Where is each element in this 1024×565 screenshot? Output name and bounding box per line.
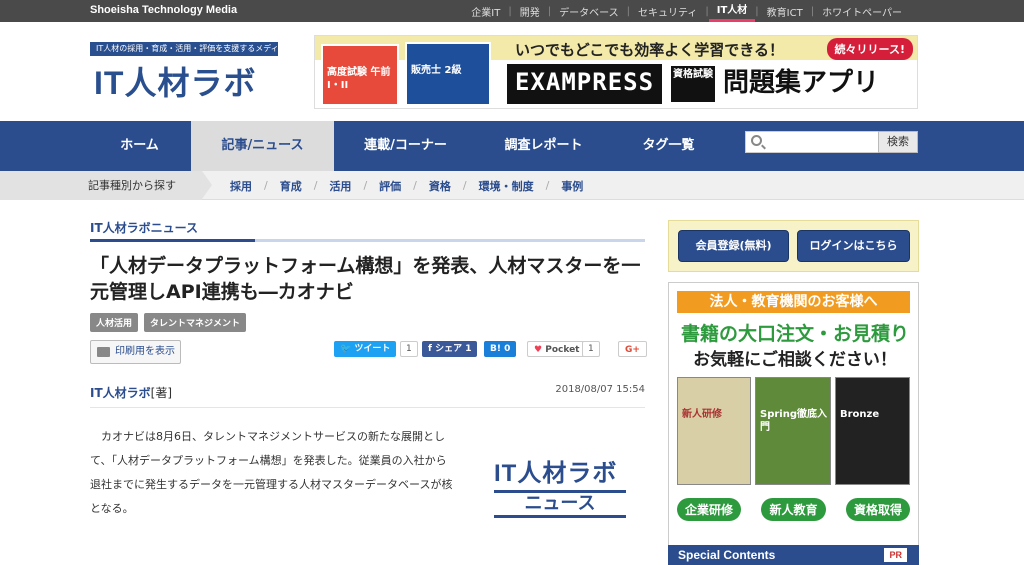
facebook-share-button[interactable]: f シェア 1	[422, 341, 478, 357]
tweet-count: 1	[400, 341, 418, 357]
ad-book-1: 新人研修	[677, 377, 751, 485]
site-logo[interactable]: IT人材ラボ	[94, 58, 256, 104]
article-logo-image: IT人材ラボ ニュース	[494, 453, 630, 518]
register-button[interactable]: 会員登録(無料)	[678, 230, 789, 262]
search-button[interactable]: 検索	[878, 131, 918, 153]
ad-line-2: お気軽にご相談ください！	[693, 350, 897, 370]
printer-icon	[97, 347, 110, 357]
header-banner-ad[interactable]: 高度試験 午前I・II 販売士 2級 いつでもどこでも効率よく学習できる！ 続々…	[314, 35, 918, 109]
subnav-lead: 記事種別から探す	[0, 171, 212, 200]
article-logo-bottom: ニュース	[494, 490, 626, 518]
banner-exampress: EXAMPRESS	[507, 64, 663, 104]
print-label: 印刷用を表示	[115, 346, 175, 357]
logo-tagline: IT人材の採用・育成・活用・評価を支援するメディア	[90, 42, 278, 56]
tag-talent-management[interactable]: タレントマネジメント	[144, 313, 247, 332]
search-icon	[751, 135, 762, 146]
cat-recruit[interactable]: 採用	[222, 178, 260, 194]
top-link-enterprise-it[interactable]: 企業IT	[463, 4, 508, 19]
special-contents-title: Special Contents	[678, 548, 776, 562]
ad-button-newhire[interactable]: 新人教育	[761, 498, 826, 521]
ad-book-2: Spring徹底入門	[755, 377, 831, 485]
subnav-categories: 採用 / 育成 / 活用 / 評価 / 資格 / 環境・制度 / 事例	[222, 171, 591, 200]
top-link-whitepaper[interactable]: ホワイトペーパー	[814, 4, 910, 19]
tweet-button[interactable]: 🐦 ツイート	[334, 341, 397, 357]
cat-certification[interactable]: 資格	[421, 178, 459, 194]
ad-buttons: 企業研修 新人教育 資格取得	[677, 498, 910, 521]
author-role: [著]	[150, 386, 173, 400]
top-link-security[interactable]: セキュリティ	[630, 4, 705, 19]
author-link[interactable]: IT人材ラボ	[90, 386, 151, 400]
cat-environment[interactable]: 環境・制度	[471, 178, 542, 194]
cat-cases[interactable]: 事例	[553, 178, 591, 194]
banner-headline: いつでもどこでも効率よく学習できる！	[515, 41, 784, 59]
ad-books: 新人研修 Spring徹底入門 Bronze	[677, 377, 910, 489]
nav-series[interactable]: 連載/コーナー	[334, 121, 477, 171]
cat-evaluation[interactable]: 評価	[371, 178, 409, 194]
top-bar: Shoeisha Technology Media 企業IT | 開発 | データベ…	[0, 0, 1024, 22]
logo-text: IT人材ラボ	[94, 65, 257, 101]
section-divider	[90, 239, 645, 242]
article-logo-top: IT人材ラボ	[494, 460, 618, 487]
top-link-it-jinzai[interactable]: IT人材	[708, 0, 756, 22]
banner-books: 高度試験 午前I・II 販売士 2級	[321, 38, 501, 108]
banner-book-1: 高度試験 午前I・II	[321, 44, 399, 106]
main-nav: ホーム 記事/ニュース 連載/コーナー 調査レポート タグ一覧 検索	[0, 121, 1024, 171]
print-button[interactable]: 印刷用を表示	[90, 340, 181, 364]
search-input[interactable]	[768, 134, 874, 150]
nav-articles-news[interactable]: 記事/ニュース	[191, 121, 334, 171]
pocket-icon: ♥	[534, 345, 543, 355]
article-meta: IT人材ラボ[著] 2018/08/07 15:54	[90, 378, 645, 408]
banner-sub: 資格試験	[671, 66, 715, 102]
google-plus-button[interactable]: G+	[618, 341, 647, 357]
article-title: 「人材データプラットフォーム構想」を発表、人材マスターを一元管理しAPI連携も―…	[90, 255, 641, 303]
article-body: カオナビは8月6日、タレントマネジメントサービスの新たな展開として、「人材データ…	[90, 430, 453, 515]
ad-button-corporate[interactable]: 企業研修	[677, 498, 742, 521]
top-link-edu-ict[interactable]: 教育ICT	[759, 4, 811, 19]
banner-badge: 続々リリース!	[826, 38, 913, 60]
banner-book-2: 販売士 2級	[405, 42, 491, 106]
tag-jinzai-katsuyou[interactable]: 人材活用	[90, 313, 139, 332]
ad-button-cert[interactable]: 資格取得	[845, 498, 910, 521]
brand-name[interactable]: Shoeisha Technology Media	[90, 4, 237, 16]
site-header: IT人材の採用・育成・活用・評価を支援するメディア IT人材ラボ 高度試験 午前…	[0, 22, 1024, 121]
article-tags: 人材活用 タレントマネジメント	[90, 313, 247, 332]
sidebar-ad[interactable]: 法人・教育機関のお客様へ 書籍の大口注文・お見積り お気軽にご相談ください！ 新…	[668, 282, 919, 546]
login-button[interactable]: ログインはこちら	[797, 230, 910, 262]
nav-tags[interactable]: タグ一覧	[597, 121, 740, 171]
banner-app: 問題集アプリ	[723, 68, 880, 98]
publish-date: 2018/08/07 15:54	[555, 384, 645, 395]
top-link-database[interactable]: データベース	[551, 4, 627, 19]
member-box: 会員登録(無料) ログインはこちら	[668, 220, 919, 272]
article: IT人材ラボニュース 「人材データプラットフォーム構想」を発表、人材マスターを一…	[90, 215, 647, 518]
search-box	[745, 131, 879, 153]
author: IT人材ラボ[著]	[90, 384, 172, 401]
pocket-button[interactable]: ♥ Pocket	[527, 341, 587, 357]
nav-home[interactable]: ホーム	[68, 121, 211, 171]
ad-book-3: Bronze	[835, 377, 910, 485]
pr-badge: PR	[884, 548, 907, 562]
pocket-count: 1	[582, 341, 600, 357]
special-contents-header: Special Contents PR	[668, 545, 919, 565]
section-label[interactable]: IT人材ラボニュース	[90, 215, 645, 241]
cat-training[interactable]: 育成	[272, 178, 310, 194]
ad-line-1: 書籍の大口注文・お見積り	[680, 323, 909, 345]
cat-utilization[interactable]: 活用	[321, 178, 359, 194]
top-link-dev[interactable]: 開発	[512, 4, 548, 19]
hatena-button[interactable]: B! 0	[484, 341, 517, 357]
nav-reports[interactable]: 調査レポート	[472, 121, 615, 171]
ad-header: 法人・教育機関のお客様へ	[677, 291, 910, 313]
top-links: 企業IT | 開発 | データベース | セキュリティ | IT人材 | 教育ICT | ホ…	[463, 0, 910, 22]
category-subnav: 記事種別から探す 採用 / 育成 / 活用 / 評価 / 資格 / 環境・制度 / 事例	[0, 171, 1024, 200]
